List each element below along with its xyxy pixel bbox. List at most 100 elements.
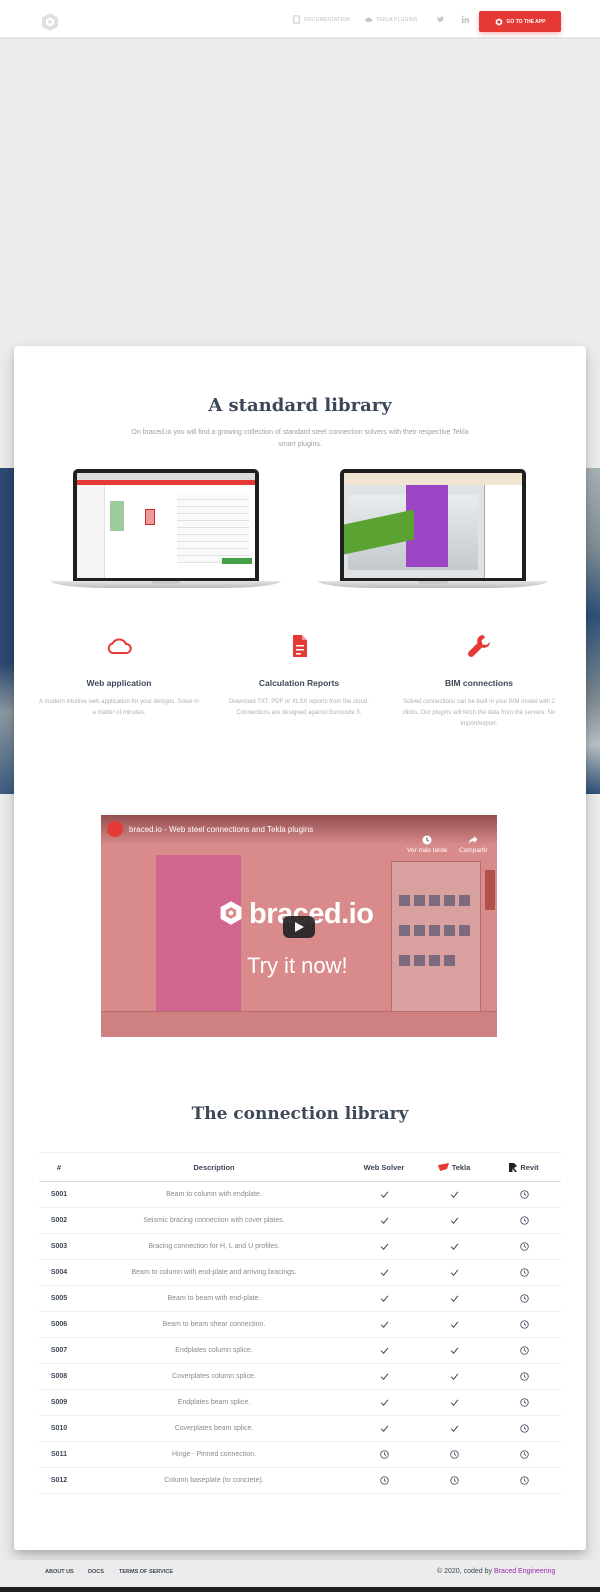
laptop-screen xyxy=(73,469,259,582)
book-icon xyxy=(293,15,300,24)
copyright-text: © 2020, coded by xyxy=(437,1568,492,1575)
background-band-left-edge xyxy=(0,468,14,794)
connection-id: S003 xyxy=(50,1243,68,1250)
clock-icon xyxy=(379,1450,389,1459)
share-icon xyxy=(468,836,478,844)
video-cta-text: Try it now! xyxy=(247,953,348,978)
check-icon xyxy=(450,1295,458,1302)
connection-id: S011 xyxy=(51,1451,67,1458)
revit-status xyxy=(489,1442,559,1467)
clock-icon xyxy=(519,1450,529,1459)
check-icon xyxy=(450,1217,458,1224)
feature-title: Calculation Reports xyxy=(258,678,340,688)
connection-description: Endplates beam splice. xyxy=(177,1399,251,1406)
table-row: S010 Coverplates beam splice. xyxy=(39,1416,561,1442)
cloud-icon xyxy=(107,638,132,654)
connection-id: S008 xyxy=(50,1373,68,1380)
laptop-notch xyxy=(418,581,448,584)
web-solver-status xyxy=(349,1468,419,1493)
check-icon xyxy=(450,1269,458,1276)
footer-docs-link[interactable]: DOCS xyxy=(88,1569,104,1575)
table-row: S012 Column baseplate (to concrete). xyxy=(39,1468,561,1494)
share-label: Compartir xyxy=(459,847,488,854)
tekla-status xyxy=(419,1338,489,1363)
check-icon xyxy=(380,1347,388,1354)
web-solver-status xyxy=(349,1338,419,1363)
header-web-solver: Web Solver xyxy=(349,1153,419,1181)
revit-status xyxy=(489,1182,559,1207)
main-card: A standard library On braced.io you will… xyxy=(14,346,586,1550)
clock-icon xyxy=(519,1320,529,1329)
linkedin-icon[interactable] xyxy=(461,15,470,24)
copyright: © 2020, coded by Braced Engineering xyxy=(437,1568,555,1575)
header-revit: Revit xyxy=(489,1153,559,1181)
go-to-app-button[interactable]: GO TO THE APP xyxy=(479,11,561,32)
play-button[interactable] xyxy=(283,916,315,938)
clock-icon xyxy=(519,1190,529,1199)
promo-video-player[interactable]: braced.io - Web steel connections and Te… xyxy=(101,815,497,1037)
table-header: # Description Web Solver Tekla Revit xyxy=(39,1152,561,1182)
tekla-status xyxy=(419,1468,489,1493)
clock-icon xyxy=(519,1216,529,1225)
header-revit-label: Revit xyxy=(520,1162,539,1172)
author-link[interactable]: Braced Engineering xyxy=(494,1568,556,1575)
clock-icon xyxy=(519,1268,529,1277)
feature-text: Solved connections can be built in your … xyxy=(402,699,556,727)
feature-bim-connections: BIM connections Solved connections can b… xyxy=(394,631,564,730)
tekla-status xyxy=(419,1416,489,1441)
clock-icon xyxy=(379,1476,389,1485)
watch-later-label: Ver más tarde xyxy=(407,847,448,854)
table-row: S007 Endplates column splice. xyxy=(39,1338,561,1364)
revit-status xyxy=(489,1312,559,1337)
table-row: S008 Coverplates column splice. xyxy=(39,1364,561,1390)
nav-tekla-plugins-link[interactable]: TEKLA PLUGINS xyxy=(364,15,418,24)
connection-description: Coverplates column splice. xyxy=(172,1373,256,1380)
revit-status xyxy=(489,1416,559,1441)
tekla-status xyxy=(419,1442,489,1467)
clock-icon xyxy=(519,1476,529,1485)
tekla-status xyxy=(419,1312,489,1337)
feature-title: Web application xyxy=(86,678,152,688)
tekla-status xyxy=(419,1260,489,1285)
feature-calculation-reports: Calculation Reports Download TXT, PDF or… xyxy=(214,631,384,719)
check-icon xyxy=(380,1191,388,1198)
web-solver-status xyxy=(349,1312,419,1337)
connection-description: Hinge - Pinned connection. xyxy=(171,1451,257,1458)
video-scene-panel xyxy=(156,855,241,1015)
nav-documentation-label: DOCUMENTATION xyxy=(304,16,351,23)
connection-description: Beam to beam with end-plate. xyxy=(167,1295,261,1302)
watch-later-button[interactable]: Ver más tarde xyxy=(407,835,447,854)
web-solver-status xyxy=(349,1260,419,1285)
table-row: S009 Endplates beam splice. xyxy=(39,1390,561,1416)
check-icon xyxy=(450,1321,458,1328)
video-components-panel xyxy=(391,861,481,1027)
clock-icon xyxy=(519,1346,529,1355)
video-title[interactable]: braced.io - Web steel connections and Te… xyxy=(129,825,313,834)
table-row: S004 Beam to column with end-plate and ar… xyxy=(39,1260,561,1286)
nav-documentation-link[interactable]: DOCUMENTATION xyxy=(292,15,350,24)
channel-avatar[interactable] xyxy=(107,821,123,837)
check-icon xyxy=(450,1425,458,1432)
web-solver-status xyxy=(349,1208,419,1233)
share-button[interactable]: Compartir xyxy=(459,835,488,854)
check-icon xyxy=(450,1399,458,1406)
check-icon xyxy=(450,1373,458,1380)
braced-logo-icon xyxy=(220,901,242,925)
connection-description: Endplates column splice. xyxy=(175,1347,253,1354)
braced-logo-icon xyxy=(495,17,502,26)
check-icon xyxy=(380,1321,388,1328)
footer-about-link[interactable]: ABOUT US xyxy=(45,1569,74,1575)
table-row: S002 Seismic bracing connection with cove… xyxy=(39,1208,561,1234)
web-solver-status xyxy=(349,1286,419,1311)
connection-id: S009 xyxy=(50,1399,68,1406)
feature-text: A modern intuitive web application for y… xyxy=(39,699,199,716)
braced-logo-icon[interactable] xyxy=(40,12,60,32)
check-icon xyxy=(380,1217,388,1224)
revit-status xyxy=(489,1208,559,1233)
header-description: Description xyxy=(193,1162,235,1172)
footer-terms-link[interactable]: TERMS OF SERVICE xyxy=(119,1569,173,1575)
check-icon xyxy=(380,1373,388,1380)
twitter-icon[interactable] xyxy=(436,15,445,24)
table-row: S011 Hinge - Pinned connection. xyxy=(39,1442,561,1468)
clock-icon xyxy=(519,1398,529,1407)
